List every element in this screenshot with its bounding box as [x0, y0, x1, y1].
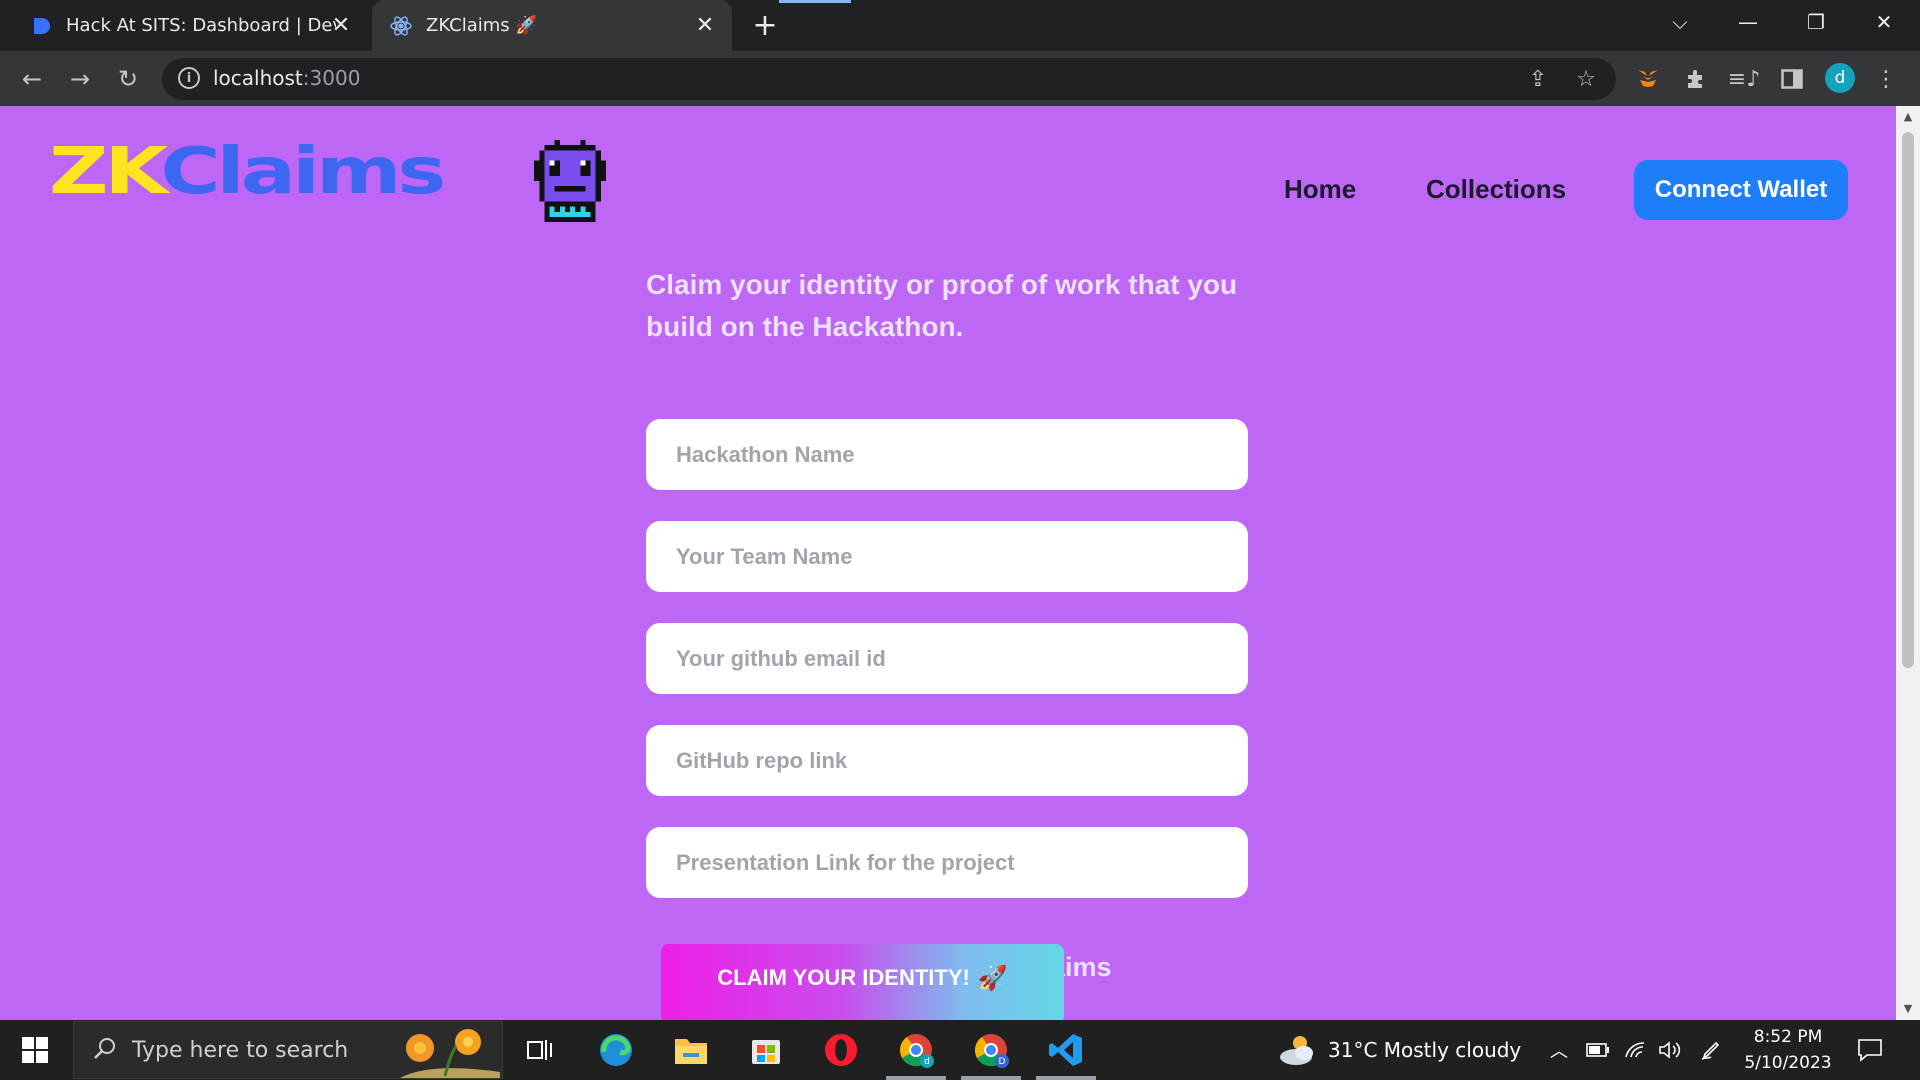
nav-home[interactable]: Home	[1284, 174, 1356, 205]
close-tab-icon[interactable]: ✕	[328, 12, 354, 38]
github-email-input[interactable]	[646, 623, 1248, 694]
windows-start-icon[interactable]	[15, 1030, 55, 1070]
zkclaims-logo[interactable]: ZKClaims	[49, 140, 446, 204]
system-clock[interactable]: 8:52 PM 5/10/2023	[1728, 1024, 1848, 1076]
scroll-down-icon[interactable]: ▼	[1901, 1002, 1915, 1016]
search-highlight-flowers-icon	[400, 1029, 500, 1078]
taskbar-search[interactable]: Type here to search	[73, 1021, 503, 1079]
back-icon[interactable]: ←	[16, 63, 48, 95]
restore-icon[interactable]: ❐	[1788, 0, 1844, 44]
tab-strip: Hack At SITS: Dashboard | Devfolio ✕ ZKC…	[0, 0, 1920, 51]
loading-indicator	[779, 0, 851, 3]
nav-collections[interactable]: Collections	[1426, 174, 1566, 205]
pixel-mascot-icon	[534, 140, 606, 222]
site-info-icon[interactable]: i	[178, 67, 200, 89]
rocket-icon: 🚀	[977, 964, 1008, 992]
claim-button-label: CLAIM YOUR IDENTITY!	[717, 965, 970, 990]
team-name-input[interactable]	[646, 521, 1248, 592]
microsoft-store-icon[interactable]	[746, 1030, 786, 1070]
close-tab-icon[interactable]: ✕	[692, 12, 718, 38]
bookmark-star-icon[interactable]: ☆	[1572, 66, 1600, 92]
chrome-profile-d-icon[interactable]: d	[896, 1030, 936, 1070]
tab-devfolio[interactable]: Hack At SITS: Dashboard | Devfolio ✕	[12, 0, 368, 51]
tab-title: ZKClaims 🚀	[426, 15, 538, 36]
search-icon	[94, 1038, 115, 1059]
task-view-icon[interactable]	[520, 1030, 560, 1070]
opera-icon[interactable]	[821, 1030, 861, 1070]
chrome-profile-D-icon[interactable]: D	[971, 1030, 1011, 1070]
active-app-indicator	[886, 1076, 946, 1080]
menu-icon[interactable]: ⋮	[1870, 63, 1902, 95]
close-window-icon[interactable]: ✕	[1856, 0, 1912, 44]
media-control-icon[interactable]: ≡♪	[1728, 63, 1760, 95]
show-hidden-icons[interactable]: ︿	[1550, 1020, 1568, 1080]
notifications-icon[interactable]	[1857, 1020, 1883, 1080]
devfolio-icon	[30, 15, 52, 37]
connect-wallet-button[interactable]: Connect Wallet	[1634, 160, 1848, 220]
side-panel-icon[interactable]	[1776, 63, 1808, 95]
react-icon	[390, 15, 412, 37]
wifi-icon[interactable]	[1624, 1020, 1646, 1080]
extensions-icon[interactable]	[1680, 63, 1712, 95]
battery-icon[interactable]	[1586, 1020, 1610, 1080]
search-placeholder: Type here to search	[132, 1038, 349, 1063]
windows-taskbar: Type here to search d D 31°C Mostly clou…	[0, 1020, 1920, 1080]
minimize-icon[interactable]: —	[1720, 0, 1776, 44]
page-content: ZKClaims Home Collections Connect Wallet…	[0, 106, 1896, 1020]
github-repo-input[interactable]	[646, 725, 1248, 796]
metamask-icon[interactable]	[1632, 63, 1664, 95]
reload-icon[interactable]: ↻	[112, 63, 144, 95]
clock-date: 5/10/2023	[1744, 1053, 1832, 1073]
vscode-icon[interactable]	[1046, 1030, 1086, 1070]
svg-text:d: d	[924, 1057, 930, 1067]
intro-text: Claim your identity or proof of work tha…	[646, 269, 1238, 342]
cloudy-weather-icon	[1280, 1036, 1313, 1065]
url-text: localhost:3000	[213, 66, 361, 90]
active-app-indicator	[961, 1076, 1021, 1080]
weather-widget[interactable]: 31°C Mostly cloudy	[1278, 1020, 1521, 1080]
browser-toolbar: ← → ↻ i localhost:3000 ⇪ ☆ ≡♪ ⋮	[0, 51, 1920, 106]
scroll-up-icon[interactable]: ▲	[1901, 110, 1915, 124]
share-icon[interactable]: ⇪	[1524, 66, 1552, 92]
page-scrollbar[interactable]: ▲ ▼	[1896, 106, 1920, 1020]
tab-search-icon[interactable]: ⌵	[1652, 0, 1708, 44]
scrollbar-thumb[interactable]	[1902, 132, 1914, 668]
address-bar[interactable]: i localhost:3000 ⇪ ☆	[162, 58, 1616, 100]
svg-text:D: D	[999, 1057, 1006, 1067]
new-tab-button[interactable]: +	[748, 8, 782, 43]
weather-text: 31°C Mostly cloudy	[1328, 1038, 1522, 1062]
claim-identity-button[interactable]: CLAIM YOUR IDENTITY! 🚀	[661, 944, 1064, 1020]
forward-icon[interactable]: →	[64, 63, 96, 95]
file-explorer-icon[interactable]	[671, 1030, 711, 1070]
edge-icon[interactable]	[596, 1030, 636, 1070]
profile-avatar[interactable]: d	[1825, 63, 1855, 93]
volume-icon[interactable]	[1658, 1020, 1682, 1080]
tab-zkclaims[interactable]: ZKClaims 🚀 ✕	[372, 0, 732, 51]
pen-icon[interactable]	[1700, 1020, 1722, 1080]
hackathon-name-input[interactable]	[646, 419, 1248, 490]
clock-time: 8:52 PM	[1753, 1027, 1823, 1047]
tab-title: Hack At SITS: Dashboard | Devfolio	[66, 15, 336, 36]
presentation-link-input[interactable]	[646, 827, 1248, 898]
active-app-indicator	[1036, 1076, 1096, 1080]
